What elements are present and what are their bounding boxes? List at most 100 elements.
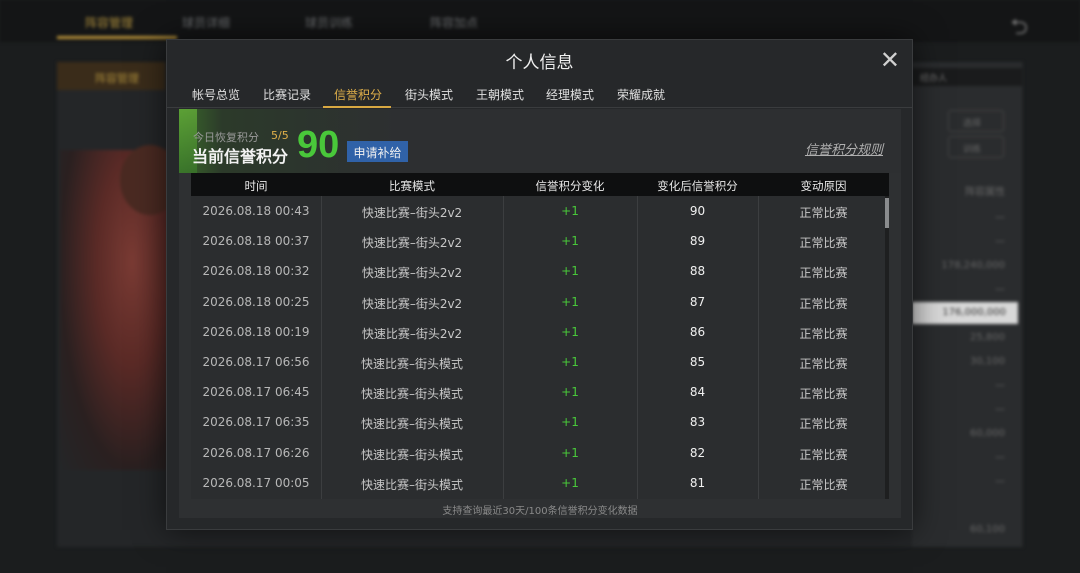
cell-after: 81 [689, 475, 706, 490]
cell-time: 2026.08.17 00:05 [202, 475, 310, 490]
bg-side-value: — [995, 404, 1005, 415]
cell-time: 2026.08.17 06:45 [202, 385, 310, 400]
header-time: 时间 [244, 179, 268, 193]
cell-time: 2026.08.18 00:19 [202, 324, 310, 339]
cell-time: 2026.08.17 06:35 [202, 415, 310, 430]
bg-tab-lineup: 阵容管理 [85, 16, 134, 30]
cell-reason: 正常比赛 [799, 326, 848, 341]
cell-reason: 正常比赛 [799, 387, 848, 402]
cell-after: 85 [689, 355, 706, 369]
cell-mode: 快速比赛–街头模式 [360, 477, 463, 492]
tab-street-mode[interactable]: 街头模式 [405, 86, 453, 103]
cell-delta: +1 [561, 355, 579, 369]
current-credit-value: 90 [297, 124, 340, 166]
personal-info-modal: 个人信息 ✕ 帐号总览 比赛记录 信誉积分 街头模式 王朝模式 经理模式 荣耀成… [166, 39, 913, 530]
cell-time: 2026.08.17 06:26 [202, 445, 310, 460]
cell-delta: +1 [561, 445, 579, 460]
modal-title: 个人信息 [505, 53, 574, 73]
bg-tab-underline [57, 36, 177, 39]
table-row: 2026.08.18 00:43 快速比赛–街头2v2 +1 90 正常比赛 [191, 196, 885, 226]
bg-side-value: 25,800 [970, 332, 1005, 343]
cell-reason: 正常比赛 [799, 206, 848, 220]
cell-reason: 正常比赛 [799, 477, 848, 492]
bg-tab-points: 阵容加点 [430, 16, 479, 30]
cell-mode: 快速比赛–街头2v2 [361, 236, 463, 251]
column-divider [758, 196, 759, 499]
tab-manager-mode[interactable]: 经理模式 [546, 86, 594, 103]
bg-train-button: 训练 [948, 136, 1004, 158]
cell-reason: 正常比赛 [799, 417, 848, 432]
bg-side-value: 60,100 [970, 524, 1005, 535]
bg-tab-training: 球员训练 [305, 16, 354, 30]
cell-delta: +1 [561, 324, 579, 339]
cell-delta: +1 [561, 234, 579, 249]
bg-side-header: 阵容属性 [965, 187, 1005, 198]
column-divider [637, 196, 638, 499]
bg-tab-player-detail: 球员详细 [182, 16, 231, 30]
credit-banner: 今日恢复积分 5/5 当前信誉积分 90 申请补给 信誉积分规则 [179, 109, 901, 173]
cell-time: 2026.08.18 00:37 [202, 234, 310, 249]
bg-side-value: 178,240,000 [941, 260, 1005, 271]
cell-mode: 快速比赛–街头2v2 [361, 326, 463, 341]
apply-supply-button[interactable]: 申请补给 [347, 141, 408, 162]
table-row: 2026.08.17 06:35 快速比赛–街头模式 +1 83 正常比赛 [191, 407, 885, 437]
cell-delta: +1 [561, 385, 579, 400]
cell-delta: +1 [561, 264, 579, 279]
credit-history-table: 时间 比赛模式 信誉积分变化 变化后信誉积分 变动原因 2026.08.18 0… [191, 173, 889, 499]
header-delta: 信誉积分变化 [535, 179, 605, 193]
cell-after: 82 [689, 445, 706, 460]
cell-time: 2026.08.18 00:25 [202, 294, 310, 309]
cell-reason: 正常比赛 [799, 357, 848, 371]
cell-after: 86 [689, 324, 706, 339]
table-row: 2026.08.18 00:25 快速比赛–街头2v2 +1 87 正常比赛 [191, 287, 885, 317]
cell-after: 88 [689, 264, 706, 279]
modal-tabs: 帐号总览 比赛记录 信誉积分 街头模式 王朝模式 经理模式 荣耀成就 [167, 78, 912, 108]
scrollbar-thumb[interactable] [885, 198, 889, 228]
header-after: 变化后信誉积分 [657, 179, 738, 193]
table-body[interactable]: 2026.08.18 00:43 快速比赛–街头2v2 +1 90 正常比赛 2026.0… [191, 196, 889, 499]
credit-content: 今日恢复积分 5/5 当前信誉积分 90 申请补给 信誉积分规则 时间 比赛模式… [179, 109, 901, 518]
column-divider [321, 196, 322, 499]
cell-time: 2026.08.17 06:56 [202, 355, 310, 369]
cell-after: 89 [689, 234, 706, 249]
table-row: 2026.08.18 00:19 快速比赛–街头2v2 +1 86 正常比赛 [191, 317, 885, 347]
credit-rules-link[interactable]: 信誉积分规则 [805, 139, 883, 158]
cell-delta: +1 [561, 475, 579, 490]
cell-after: 83 [689, 415, 706, 430]
bg-side-value: — [995, 380, 1005, 391]
bg-subtab: 阵容管理 [57, 62, 165, 90]
bg-select-button: 选择 [948, 110, 1004, 132]
cell-mode: 快速比赛–街头模式 [360, 387, 463, 402]
tab-dynasty-mode[interactable]: 王朝模式 [476, 86, 524, 103]
cell-mode: 快速比赛–街头模式 [360, 357, 463, 371]
cell-after: 84 [689, 385, 706, 400]
active-tab-underline [323, 106, 391, 108]
table-row: 2026.08.17 06:56 快速比赛–街头模式 +1 85 正常比赛 [191, 347, 885, 377]
table-row: 2026.08.17 00:05 快速比赛–街头模式 +1 81 正常比赛 [191, 468, 885, 498]
cell-mode: 快速比赛–街头2v2 [361, 206, 463, 220]
table-scrollbar[interactable] [885, 196, 889, 499]
column-divider [503, 196, 504, 499]
bg-side-value: — [995, 236, 1005, 247]
tab-honor-achievements[interactable]: 荣耀成就 [617, 86, 665, 103]
bg-side-value: — [995, 284, 1005, 295]
cell-mode: 快速比赛–街头模式 [360, 447, 463, 462]
close-icon[interactable]: ✕ [880, 48, 900, 72]
table-row: 2026.08.18 00:32 快速比赛–街头2v2 +1 88 正常比赛 [191, 256, 885, 286]
bg-dropdown: 经办人 [912, 68, 1022, 86]
cell-time: 2026.08.18 00:43 [202, 204, 310, 218]
cell-delta: +1 [561, 415, 579, 430]
tab-account-overview[interactable]: 帐号总览 [192, 86, 240, 103]
current-credit-label: 当前信誉积分 [192, 147, 289, 166]
table-header: 时间 比赛模式 信誉积分变化 变化后信誉积分 变动原因 [191, 173, 889, 196]
header-reason: 变动原因 [800, 179, 847, 193]
bg-side-value: 30,100 [970, 356, 1005, 367]
header-mode: 比赛模式 [389, 179, 435, 193]
cell-after: 87 [689, 294, 706, 309]
table-row: 2026.08.18 00:37 快速比赛–街头2v2 +1 89 正常比赛 [191, 226, 885, 256]
tab-credit-points[interactable]: 信誉积分 [334, 86, 382, 103]
tab-match-records[interactable]: 比赛记录 [263, 86, 311, 103]
cell-delta: +1 [561, 204, 579, 218]
cell-mode: 快速比赛–街头模式 [360, 417, 463, 432]
cell-time: 2026.08.18 00:32 [202, 264, 310, 279]
